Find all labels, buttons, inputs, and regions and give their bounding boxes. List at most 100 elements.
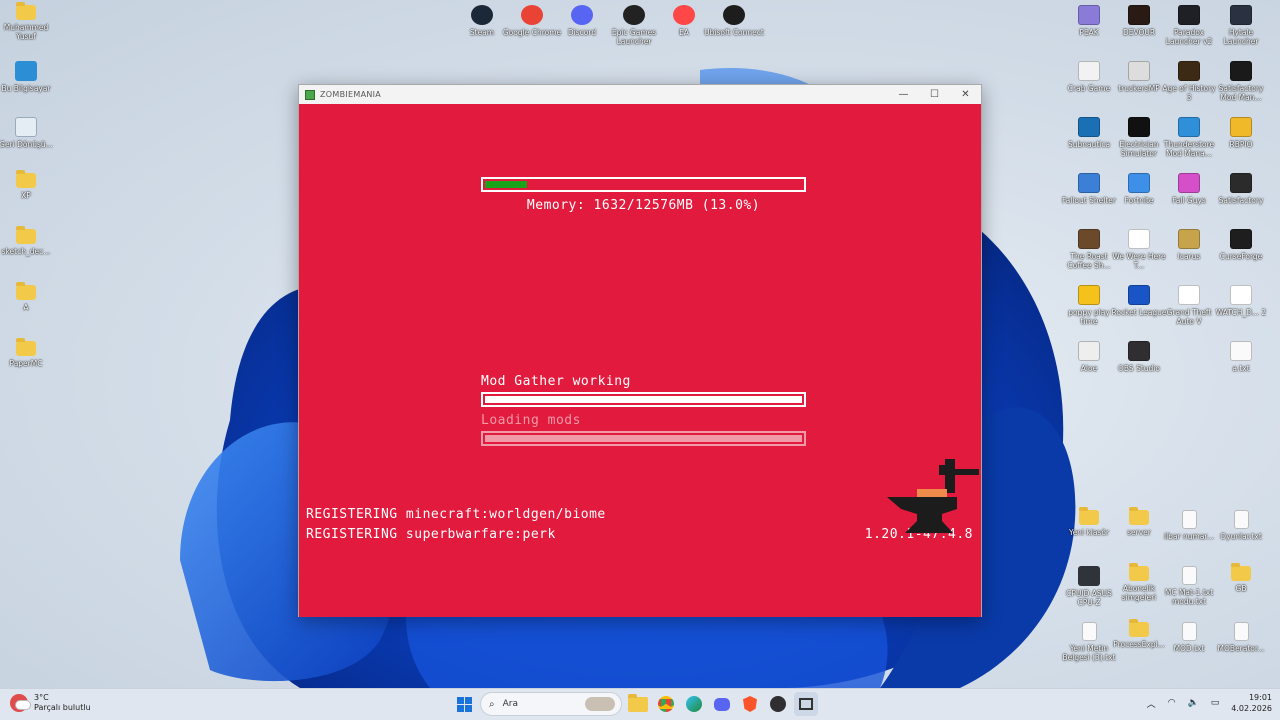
loading-mods-progress-fill [485,435,802,442]
desktop-icon-right[interactable]: a.txt [1211,341,1271,373]
wifi-icon[interactable]: ◠ [1168,698,1176,708]
desktop-icon-right[interactable]: Paradox Launcher v2 [1159,5,1219,46]
app-icon [1078,173,1100,193]
desktop-icon-label: PaperMC [9,359,43,368]
folder-icon [1231,563,1251,581]
desktop-icon-label: Geri Dönüşü... [0,140,53,149]
discord-taskbar-button[interactable] [710,692,734,716]
desktop-icon-label: Grand Theft Auto V [1166,308,1212,326]
desktop-icon-file[interactable]: ilbar numar... [1159,510,1219,541]
minimize-button[interactable]: — [888,85,919,104]
desktop-icon-label: OBS Studio [1118,364,1160,373]
desktop-icon-top[interactable]: Discord [552,5,612,37]
recycle-bin-icon [15,117,37,137]
start-button[interactable] [452,692,476,716]
desktop-icon-right[interactable]: Hytale Launcher [1211,5,1271,46]
desktop-icon-file[interactable]: Oyunlar.txt [1211,510,1271,541]
weather-widget[interactable]: 3°C Parçalı bulutlu [10,693,91,713]
desktop-icon-label: ilbar numar... [1164,532,1214,541]
speaker-icon[interactable]: 🔈 [1188,698,1199,708]
text-file-icon [1233,510,1249,529]
desktop-icon-label: RBPIO [1229,140,1253,149]
app-icon [1230,117,1252,137]
obs-taskbar-button[interactable] [766,692,790,716]
edge-icon [686,696,702,712]
desktop-icon-label: Muhammed Yusuf [3,23,49,41]
clock[interactable]: 19:01 4.02.2026 [1231,692,1272,714]
close-button[interactable]: ✕ [950,85,981,104]
desktop-icon-right[interactable]: Grand Theft Auto V [1159,285,1219,326]
app-icon [1178,229,1200,249]
desktop-icon-left[interactable]: PaperMC [0,338,56,368]
desktop-icon-left[interactable]: Muhammed Yusuf [0,2,56,41]
maximize-button[interactable]: ☐ [919,85,950,104]
desktop-icon-label: Age of History 3 [1162,84,1216,102]
folder-icon [16,338,36,356]
desktop-icon-right[interactable]: Satisfactory Mod Man... [1211,61,1271,102]
temperature: 3°C [34,693,49,702]
minecraft-block-icon [305,89,315,100]
chrome-taskbar-button[interactable] [654,692,678,716]
app-icon [1178,5,1200,25]
search-box[interactable]: ⌕ Ara [480,692,622,716]
desktop-icon-label: Icarus [1177,252,1201,261]
text-file-icon [1181,566,1197,585]
desktop-icon-file[interactable]: MOBerator... [1211,622,1271,653]
desktop-icon-right[interactable]: Icarus [1159,229,1219,261]
desktop-icon-right[interactable]: Age of History 3 [1159,61,1219,102]
edge-taskbar-button[interactable] [682,692,706,716]
stage-progress-fill [485,396,802,403]
app-icon [1178,117,1200,137]
folder-icon [1079,507,1099,525]
text-file-icon [1181,510,1197,529]
desktop-icon-right[interactable]: RBPIO [1211,117,1271,149]
app-icon [1178,61,1200,81]
weather-status: Parçalı bulutlu [34,703,91,712]
desktop-icon-file[interactable]: MC Mat-1.txt modu.txt [1159,566,1219,606]
app-icon [1078,229,1100,249]
desktop-icon-left[interactable]: sketch_dec... [0,226,56,256]
text-file-icon [1081,622,1097,641]
app-icon [1230,285,1252,305]
ubisoft-icon [723,5,745,25]
desktop-icon-left[interactable]: XP [0,170,56,200]
app-taskbar-button[interactable] [794,692,818,716]
text-file-icon [1181,622,1197,641]
desktop-icon-label: GB [1235,584,1247,593]
chevron-up-icon[interactable]: ︿ [1147,697,1156,710]
desktop-icon-right[interactable]: Thunderstore Mod Mana... [1159,117,1219,158]
window-titlebar[interactable]: ZOMBIEMANIA — ☐ ✕ [299,85,981,104]
brave-taskbar-button[interactable] [738,692,762,716]
desktop-icon-label: CurseForge [1219,252,1263,261]
desktop-icon-right[interactable]: OBS Studio [1109,341,1169,373]
desktop-icon-file[interactable]: GB [1211,563,1271,593]
folder-icon [16,226,36,244]
search-placeholder: Ara [502,699,518,709]
log-line: REGISTERING superbwarfare:perk [306,527,556,542]
zombiemania-window[interactable]: ZOMBIEMANIA — ☐ ✕ Memory: 1632/12576MB (… [298,84,982,617]
desktop-icon-left[interactable]: A [0,282,56,312]
computer-icon [15,61,37,81]
desktop-icon-right[interactable]: Fall Guys [1159,173,1219,205]
desktop-icon-label: Satisfactory [1218,196,1264,205]
battery-icon[interactable]: ▭ [1211,698,1220,708]
app-icon [1128,229,1150,249]
desktop-icon-file[interactable]: MOD.txt [1159,622,1219,653]
desktop-icon-right[interactable]: WATCH_D... 2 [1211,285,1271,317]
desktop-icon-label: XP [21,191,31,200]
desktop-icon-top[interactable]: Ubisoft Connect [704,5,764,37]
app-icon [1128,61,1150,81]
file-explorer-button[interactable] [626,692,650,716]
desktop-icon-left[interactable]: Bu Bilgisayar [0,61,56,93]
app-icon [1128,285,1150,305]
folder-icon [16,282,36,300]
app-icon [1230,229,1252,249]
desktop-icon-right[interactable]: CurseForge [1211,229,1271,261]
desktop-icon-right[interactable]: Satisfactory [1211,173,1271,205]
anvil-hammer-icon [887,459,979,533]
app-icon [1178,285,1200,305]
discord-icon [571,5,593,25]
epic-icon [623,5,645,25]
discord-icon [714,697,730,711]
desktop-icon-left[interactable]: Geri Dönüşü... [0,117,56,149]
